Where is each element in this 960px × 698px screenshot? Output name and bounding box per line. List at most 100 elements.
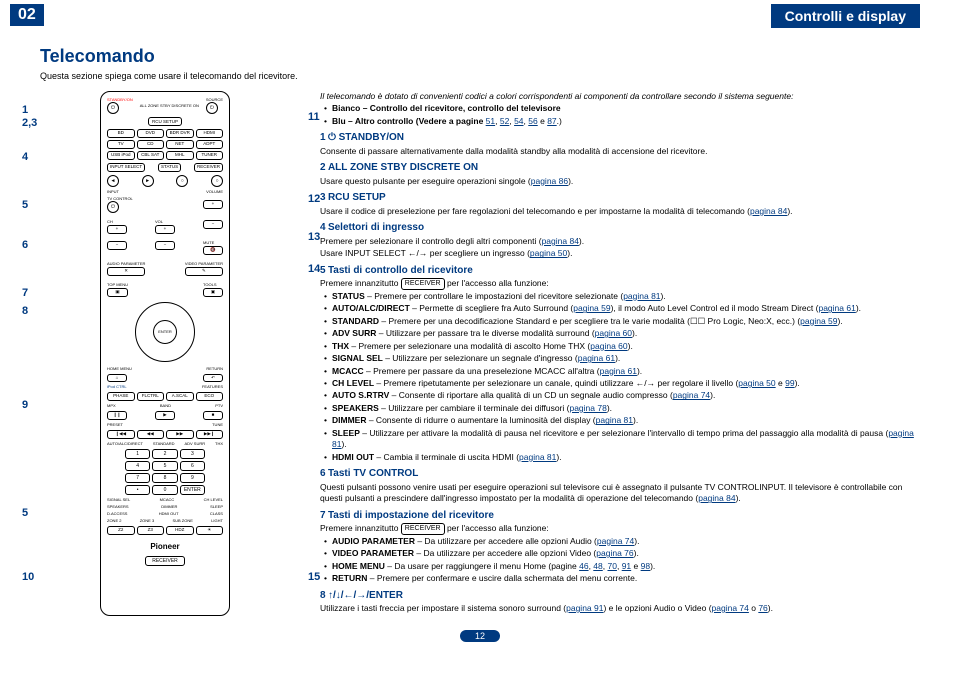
btn-cbl[interactable]: CBL SAT [137, 151, 165, 160]
callout-5a: 5 [22, 199, 28, 211]
btn-usb[interactable]: USB iPod [107, 151, 135, 160]
item4-link2[interactable]: pagina 50 [530, 248, 567, 258]
b5-1-link[interactable]: pagina 59 [573, 303, 610, 313]
kp-dot[interactable]: • [125, 485, 150, 495]
source-button[interactable]: ⏻ [206, 102, 218, 114]
btn-ascal[interactable]: A.SCAL [166, 392, 194, 401]
btn-mute[interactable]: 🔇 [203, 246, 223, 255]
btn-vol-up[interactable]: + [203, 200, 223, 209]
btn-receiver[interactable]: RECEIVER [194, 163, 223, 172]
btn-light[interactable]: ☀ [196, 526, 224, 535]
btn-ch-up[interactable]: + [107, 225, 127, 234]
btn-skipback[interactable]: ❙◀◀ [107, 430, 135, 439]
btn-right[interactable]: ► [142, 175, 154, 187]
btn-tuner[interactable]: TUNER [196, 151, 224, 160]
btn-z3[interactable]: Z3 [137, 526, 165, 535]
btn-play[interactable]: ▶ [155, 411, 175, 420]
b7-0-link[interactable]: pagina 74 [597, 536, 634, 546]
b7-1-link[interactable]: pagina 76 [596, 548, 633, 558]
link-p56[interactable]: 56 [528, 116, 537, 126]
btn-phase[interactable]: PHASE [107, 392, 135, 401]
btn-bd[interactable]: BD [107, 129, 135, 138]
link-p87[interactable]: 87 [547, 116, 556, 126]
b5-3-link[interactable]: pagina 59 [800, 316, 837, 326]
kp-7[interactable]: 7 [125, 473, 150, 483]
b5-13-link[interactable]: pagina 81 [519, 452, 556, 462]
btn-tvpower[interactable]: ⏻ [107, 201, 119, 213]
btn-skipfwd[interactable]: ▶▶❙ [196, 430, 224, 439]
btn-homemenu[interactable]: ⌂ [107, 374, 127, 383]
btn-voldown2[interactable]: − [155, 241, 175, 250]
btn-dvd[interactable]: DVD [137, 129, 165, 138]
link-p51[interactable]: 51 [486, 116, 495, 126]
btn-ff[interactable]: ▶▶ [166, 430, 194, 439]
b5-8-link[interactable]: pagina 50 [738, 378, 775, 388]
kp-0[interactable]: 0 [152, 485, 177, 495]
btn-z2[interactable]: Z2 [107, 526, 135, 535]
b5-0-link[interactable]: pagina 81 [623, 291, 660, 301]
kp-4[interactable]: 4 [125, 461, 150, 471]
b5-1-link2[interactable]: pagina 61 [818, 303, 855, 313]
btn-cd[interactable]: CD [137, 140, 165, 149]
link-p54[interactable]: 54 [514, 116, 523, 126]
btn-video-param[interactable]: ✎ [185, 267, 223, 276]
kp-8[interactable]: 8 [152, 473, 177, 483]
kp-9[interactable]: 9 [180, 473, 205, 483]
b7-2-l1[interactable]: 48 [593, 561, 602, 571]
b5-7-link[interactable]: pagina 61 [600, 366, 637, 376]
btn-tv[interactable]: TV [107, 140, 135, 149]
btn-hdz[interactable]: HDZ [166, 526, 194, 535]
b7-2-l3[interactable]: 91 [622, 561, 631, 571]
btn-return[interactable]: ↶ [203, 374, 223, 383]
btn-ch-down[interactable]: − [107, 241, 127, 250]
btn-enter[interactable]: ENTER [153, 320, 177, 344]
btn-rcv2[interactable]: ○ [211, 175, 223, 187]
b5-11-link[interactable]: pagina 81 [596, 415, 633, 425]
btn-pause[interactable]: ❙❙ [107, 411, 127, 420]
item8-l1[interactable]: pagina 91 [566, 603, 603, 613]
btn-topmenu[interactable]: ▣ [107, 288, 128, 297]
b5-5-link[interactable]: pagina 60 [590, 341, 627, 351]
btn-flctrl[interactable]: FLCTRL [137, 392, 165, 401]
btn-net[interactable]: NET [166, 140, 194, 149]
btn-bdr[interactable]: BDR DVR [166, 129, 194, 138]
b5-6-link[interactable]: pagina 61 [578, 353, 615, 363]
b5-10-link[interactable]: pagina 78 [569, 403, 606, 413]
kp-3[interactable]: 3 [180, 449, 205, 459]
btn-status2[interactable]: ○ [176, 175, 188, 187]
btn-tools[interactable]: ▣ [203, 288, 223, 297]
item8-l3[interactable]: 76 [758, 603, 767, 613]
btn-audio-param[interactable]: ✕ [107, 267, 145, 276]
btn-status[interactable]: STATUS [158, 163, 181, 172]
item4-link1[interactable]: pagina 84 [542, 236, 579, 246]
b7-2-l4[interactable]: 98 [641, 561, 650, 571]
kp-5[interactable]: 5 [152, 461, 177, 471]
link-p52[interactable]: 52 [500, 116, 509, 126]
dpad[interactable]: ENTER [135, 302, 195, 362]
btn-eco[interactable]: ECO [196, 392, 224, 401]
btn-left[interactable]: ◄ [107, 175, 119, 187]
btn-input-select[interactable]: INPUT SELECT [107, 163, 145, 172]
btn-vol-down[interactable]: − [203, 220, 223, 229]
b5-9-link[interactable]: pagina 74 [673, 390, 710, 400]
item8-l2[interactable]: pagina 74 [712, 603, 749, 613]
btn-stop[interactable]: ■ [203, 411, 223, 420]
b5-8-link2[interactable]: 99 [785, 378, 794, 388]
kp-enter[interactable]: ENTER [180, 485, 205, 495]
b7-2-l0[interactable]: 46 [579, 561, 588, 571]
btn-volup2[interactable]: + [155, 225, 175, 234]
item3-link[interactable]: pagina 84 [750, 206, 787, 216]
item6-link[interactable]: pagina 84 [698, 493, 735, 503]
btn-rew[interactable]: ◀◀ [137, 430, 165, 439]
btn-hdmi[interactable]: HDMI [196, 129, 224, 138]
btn-mhl[interactable]: MHL [166, 151, 194, 160]
kp-6[interactable]: 6 [180, 461, 205, 471]
standby-button[interactable]: ⏻ [107, 102, 119, 114]
kp-2[interactable]: 2 [152, 449, 177, 459]
btn-adpt[interactable]: ADPT [196, 140, 224, 149]
b7-2-l2[interactable]: 70 [608, 561, 617, 571]
item2-link[interactable]: pagina 86 [531, 176, 568, 186]
b5-4-link[interactable]: pagina 60 [595, 328, 632, 338]
kp-1[interactable]: 1 [125, 449, 150, 459]
rcu-setup-button[interactable]: RCU SETUP [148, 117, 182, 126]
